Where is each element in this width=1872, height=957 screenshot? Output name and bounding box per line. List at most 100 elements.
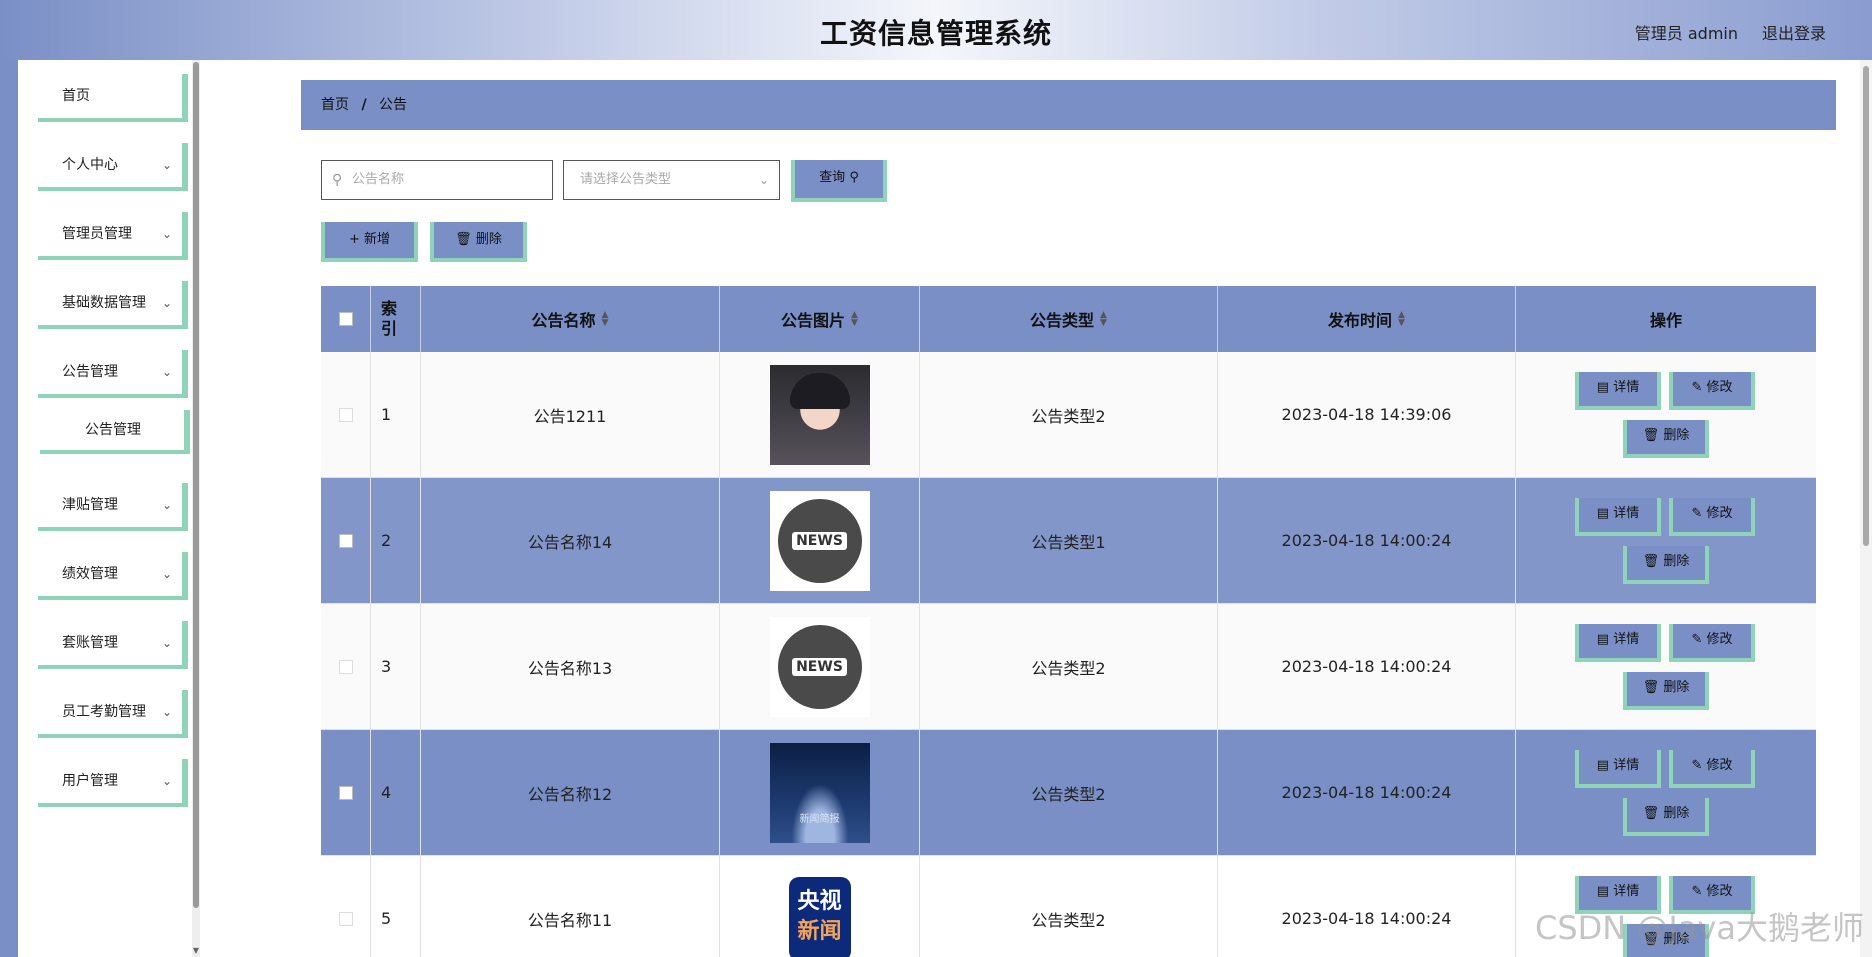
detail-button[interactable]: ▤ 详情: [1575, 498, 1661, 536]
cell-image: NEWS: [720, 478, 920, 604]
row-checkbox[interactable]: [338, 533, 353, 548]
sidebar-item-performance[interactable]: 绩效管理 ⌄: [38, 552, 188, 600]
chevron-down-icon: ⌄: [161, 636, 172, 650]
plus-icon: +: [348, 232, 360, 247]
logout-link[interactable]: 退出登录: [1762, 20, 1826, 44]
add-button[interactable]: + 新增: [321, 222, 418, 262]
sidebar-subitem-notice-management[interactable]: 公告管理: [40, 410, 190, 454]
select-all-checkbox[interactable]: [338, 312, 353, 326]
top-header: 工资信息管理系统 管理员 admin 退出登录: [0, 0, 1872, 60]
edit-button[interactable]: ✎ 修改: [1669, 372, 1755, 410]
sidebar-scrollbar-thumb[interactable]: [193, 62, 199, 908]
detail-button[interactable]: ▤ 详情: [1575, 372, 1661, 410]
notice-name-search-input[interactable]: ⚲ 公告名称: [321, 160, 553, 200]
edit-button-label: 修改: [1706, 506, 1733, 521]
row-checkbox[interactable]: [338, 785, 353, 800]
scroll-down-arrow-icon[interactable]: ▼: [192, 946, 200, 955]
query-button[interactable]: 查询 ⚲: [791, 160, 887, 202]
delete-button[interactable]: 🗑 删除: [1623, 798, 1709, 836]
sidebar-item-home[interactable]: 首页: [38, 74, 188, 122]
row-select-cell: [321, 730, 371, 856]
sidebar-item-users[interactable]: 用户管理 ⌄: [38, 759, 188, 807]
select-placeholder: 请选择公告类型: [580, 172, 672, 187]
sidebar-item-notice-management[interactable]: 公告管理 ⌄: [38, 350, 188, 398]
cell-name: 公告名称13: [421, 604, 720, 730]
chevron-down-icon: ⌄: [161, 774, 172, 788]
sidebar-item-accounts[interactable]: 套账管理 ⌄: [38, 621, 188, 669]
cell-time: 2023-04-18 14:00:24: [1218, 604, 1516, 730]
main-scrollbar-thumb[interactable]: [1863, 66, 1869, 546]
trash-icon: 🗑: [1642, 554, 1660, 569]
news-tag: NEWS: [792, 657, 847, 676]
notice-image-news[interactable]: NEWS: [769, 490, 870, 591]
header-time[interactable]: 发布时间 ▲ ▼: [1218, 286, 1516, 352]
notice-image-news[interactable]: NEWS: [769, 616, 870, 717]
search-icon: ⚲: [332, 172, 343, 188]
cell-type: 公告类型2: [920, 352, 1218, 478]
header-type[interactable]: 公告类型 ▲ ▼: [920, 286, 1218, 352]
cell-name: 公告名称11: [421, 856, 720, 957]
sidebar-item-allowance[interactable]: 津贴管理 ⌄: [38, 483, 188, 531]
delete-button[interactable]: 🗑 删除: [1623, 546, 1709, 584]
sort-icon[interactable]: ▲ ▼: [1398, 311, 1405, 328]
header-name[interactable]: 公告名称 ▲ ▼: [421, 286, 720, 352]
sidebar-item-label: 套账管理: [62, 635, 118, 651]
notice-image-cctv[interactable]: 央视 新闻: [788, 876, 851, 957]
header-image[interactable]: 公告图片 ▲ ▼: [720, 286, 920, 352]
document-icon: ▤: [1596, 884, 1610, 899]
sort-icon[interactable]: ▲ ▼: [602, 311, 609, 328]
cctv-top-text: 央视: [797, 888, 842, 914]
row-checkbox[interactable]: [338, 911, 353, 926]
cell-name: 公告名称12: [421, 730, 720, 856]
trash-icon: 🗑: [1642, 428, 1660, 443]
notice-image-portrait[interactable]: [769, 364, 870, 465]
query-button-label: 查询: [819, 170, 846, 185]
header-index-label: 索引: [381, 299, 398, 338]
sidebar-item-label: 首页: [62, 88, 90, 104]
cell-name: 公告1211: [421, 352, 720, 478]
main-scrollbar[interactable]: [1860, 60, 1872, 957]
table-row: 2 公告名称14 NEWS 公告类型1 2023-04-18 14:00:24 …: [321, 478, 1816, 604]
select-all-cell: [321, 286, 371, 352]
sidebar-item-label: 公告管理: [62, 364, 118, 380]
edit-button-label: 修改: [1706, 758, 1733, 773]
cell-time: 2023-04-18 14:00:24: [1218, 478, 1516, 604]
notice-type-select[interactable]: 请选择公告类型 ⌄: [563, 160, 780, 200]
cell-type: 公告类型2: [920, 604, 1218, 730]
row-actions: ▤ 详情 ✎ 修改 🗑 删除: [1516, 604, 1816, 730]
sidebar-scrollbar[interactable]: ▼: [192, 60, 200, 957]
delete-button-label: 删除: [1663, 428, 1690, 443]
header-name-label: 公告名称: [531, 311, 596, 330]
globe-icon: NEWS: [777, 624, 862, 709]
breadcrumb-home[interactable]: 首页: [321, 97, 349, 113]
delete-button-label: 删除: [1663, 554, 1690, 569]
edit-button[interactable]: ✎ 修改: [1669, 624, 1755, 662]
detail-button-label: 详情: [1613, 380, 1640, 395]
row-select-cell: [321, 604, 371, 730]
trash-icon: 🗑: [455, 232, 472, 247]
sidebar-item-attendance[interactable]: 员工考勤管理 ⌄: [38, 690, 188, 738]
batch-delete-button[interactable]: 🗑 删除: [430, 222, 527, 262]
delete-button[interactable]: 🗑 删除: [1623, 420, 1709, 458]
cell-type: 公告类型2: [920, 856, 1218, 957]
sidebar-item-personal-center[interactable]: 个人中心 ⌄: [38, 143, 188, 191]
detail-button[interactable]: ▤ 详情: [1575, 750, 1661, 788]
row-actions: ▤ 详情 ✎ 修改 🗑 删除: [1516, 352, 1816, 478]
sidebar-item-label: 用户管理: [62, 773, 118, 789]
sort-icon[interactable]: ▲ ▼: [1100, 311, 1107, 328]
notice-image-stage[interactable]: 新闻简报: [769, 742, 870, 843]
sort-icon[interactable]: ▲ ▼: [851, 311, 858, 328]
detail-button[interactable]: ▤ 详情: [1575, 624, 1661, 662]
edit-button[interactable]: ✎ 修改: [1669, 750, 1755, 788]
delete-button[interactable]: 🗑 删除: [1623, 672, 1709, 710]
sidebar-item-basic-data[interactable]: 基础数据管理 ⌄: [38, 281, 188, 329]
row-checkbox[interactable]: [338, 659, 353, 674]
chevron-down-icon: ⌄: [161, 498, 172, 512]
header-ops-label: 操作: [1649, 311, 1682, 330]
edit-button[interactable]: ✎ 修改: [1669, 498, 1755, 536]
sidebar-item-admin-management[interactable]: 管理员管理 ⌄: [38, 212, 188, 260]
delete-button-label: 删除: [1663, 680, 1690, 695]
row-actions: ▤ 详情 ✎ 修改 🗑 删除: [1516, 478, 1816, 604]
row-checkbox[interactable]: [338, 407, 353, 422]
row-select-cell: [321, 352, 371, 478]
